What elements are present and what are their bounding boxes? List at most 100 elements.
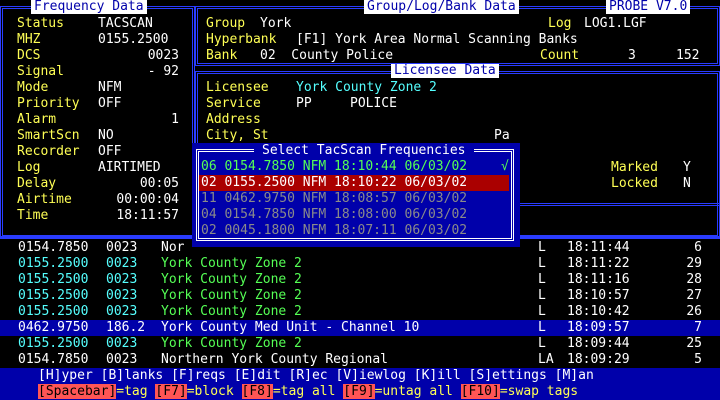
command-label: lanks [124, 368, 172, 383]
freq-label-mode: Mode [17, 80, 49, 95]
log-time: 18:11:44 [567, 240, 630, 255]
log-row[interactable]: 0155.2500 0023 York County Zone 2 L 18:10:57… [0, 288, 720, 304]
service-value: POLICE [350, 96, 397, 111]
command-key: [F10] [460, 384, 500, 399]
log-frequency: 0462.9750 [18, 320, 89, 335]
freq-value-recorder: OFF [98, 144, 122, 159]
dialog-row-text: 02 0155.2500 NFM 18:10:22 06/03/02 [201, 175, 468, 190]
frequency-data-title: Frequency Data [31, 0, 147, 14]
freq-label-smartscn: SmartScn [17, 128, 80, 143]
screen: { "titles":{"freq":"Frequency Data","gro… [0, 0, 720, 400]
log-dcs: 0023 [106, 272, 138, 287]
licensee-value: York County Zone 2 [296, 80, 437, 95]
dialog-frequency-row[interactable]: 04 0154.7850 NFM 18:08:00 06/03/02 [199, 207, 509, 223]
log-frequency: 0155.2500 [18, 256, 89, 271]
freq-label-dcs: DCS [17, 48, 41, 63]
dialog-frequency-row[interactable]: 02 0155.2500 NFM 18:10:22 06/03/02 [199, 175, 509, 191]
log-flag: LA [538, 352, 554, 367]
command-h-button[interactable]: [H]yper [38, 368, 101, 383]
log-row[interactable]: 0155.2500 0023 York County Zone 2 L 18:09:44… [0, 336, 720, 352]
bank-value[interactable]: 02 County Police [260, 48, 393, 64]
log-flag: L [538, 304, 546, 319]
group-label: Group [206, 16, 246, 31]
freq-label-log: Log [17, 160, 41, 175]
freq-label-signal: Signal [17, 64, 64, 79]
log-count: 26 [686, 304, 702, 319]
dialog-frequency-row[interactable]: 11 0462.9750 NFM 18:08:57 06/03/02 [199, 191, 509, 207]
log-row[interactable]: 0155.2500 0023 York County Zone 2 L 18:11:22… [0, 256, 720, 272]
command-f9-button[interactable]: [F9]=untag all [343, 384, 460, 399]
dialog-row-text: 06 0154.7850 NFM 18:10:44 06/03/02 [201, 159, 468, 174]
command-label: =swap tags [499, 384, 579, 399]
freq-value-mode: NFM [98, 80, 122, 95]
log-name: Northern York County Regional [161, 352, 388, 367]
log-name: York County Zone 2 [161, 288, 302, 303]
log-time: 18:11:16 [567, 272, 630, 287]
log-time: 18:09:29 [567, 352, 630, 367]
divider-right [520, 203, 720, 206]
command-key: [V] [335, 368, 359, 383]
freq-label-priority: Priority [17, 96, 80, 111]
log-name: York County Zone 2 [161, 336, 302, 351]
bank-label: Bank [206, 48, 238, 63]
freq-value-time: 18:11:57 [116, 208, 179, 223]
hyperbank-value[interactable]: [F1] York Area Normal Scanning Banks [296, 32, 578, 48]
log-name: York County Zone 2 [161, 272, 302, 287]
log-dcs: 186.2 [106, 320, 146, 335]
freq-label-recorder: Recorder [17, 144, 80, 159]
command-label: ettings [492, 368, 555, 383]
state-value: Pa [494, 128, 510, 143]
command-f10-button[interactable]: [F10]=swap tags [460, 384, 579, 399]
log-frequency: 0155.2500 [18, 304, 89, 319]
log-row[interactable]: 0155.2500 0023 York County Zone 2 L 18:10:42… [0, 304, 720, 320]
freq-value-log: AIRTIMED [98, 160, 161, 175]
command-spacebar-button[interactable]: [Spacebar]=tag [38, 384, 155, 399]
log-count: 27 [686, 288, 702, 303]
freq-value-airtime: 00:00:04 [116, 192, 179, 207]
log-count: 5 [694, 352, 702, 367]
log-frequency: 0154.7850 [18, 352, 89, 367]
dialog-row-text: 04 0154.7850 NFM 18:08:00 06/03/02 [201, 207, 468, 222]
command-b-button[interactable]: [B]lanks [101, 368, 171, 383]
log-name: Nor [161, 240, 185, 255]
log-time: 18:10:42 [567, 304, 630, 319]
log-count: 28 [686, 272, 702, 287]
freq-label-time: Time [17, 208, 49, 223]
log-dcs: 0023 [106, 304, 138, 319]
command-label: ill [437, 368, 469, 383]
log-count: 29 [686, 256, 702, 271]
freq-value-dcs: 0023 [147, 48, 179, 63]
log-name: York County Zone 2 [161, 304, 302, 319]
log-time: 18:11:22 [567, 256, 630, 271]
command-f8-button[interactable]: [F8]=tag all [241, 384, 344, 399]
log-frequency: 0155.2500 [18, 272, 89, 287]
command-label: =tag [116, 384, 156, 399]
tacscan-select-dialog[interactable]: Select TacScan Frequencies 06 0154.7850 … [192, 143, 520, 247]
log-row[interactable]: 0462.9750 186.2 York County Med Unit - Cha… [0, 320, 720, 336]
freq-label-airtime: Airtime [17, 192, 72, 207]
command-key: [S] [468, 368, 493, 383]
command-r-button[interactable]: [R]ec [289, 368, 336, 383]
dialog-frequency-row[interactable]: 02 0045.1800 NFM 18:07:11 06/03/02 [199, 223, 509, 239]
command-key: [F] [171, 368, 195, 383]
command-k-button[interactable]: [K]ill [414, 368, 469, 383]
command-f-button[interactable]: [F]reqs [171, 368, 234, 383]
freq-label-delay: Delay [17, 176, 57, 191]
log-frequency: 0155.2500 [18, 336, 89, 351]
log-row[interactable]: 0155.2500 0023 York County Zone 2 L 18:11:16… [0, 272, 720, 288]
service-label: Service [206, 96, 261, 111]
log-label: Log [548, 16, 572, 31]
command-e-button[interactable]: [E]dit [234, 368, 289, 383]
command-f7-button[interactable]: [F7]=block [155, 384, 241, 399]
command-key: [R] [288, 368, 312, 383]
command-m-button[interactable]: [M]an [555, 368, 594, 383]
command-label: =block [186, 384, 242, 399]
dialog-frequency-row[interactable]: 06 0154.7850 NFM 18:10:44 06/03/02 √ [199, 159, 509, 175]
command-key: [M] [554, 368, 579, 383]
command-s-button[interactable]: [S]ettings [469, 368, 555, 383]
command-key: [H] [38, 368, 62, 383]
checkmark-icon: √ [501, 159, 509, 174]
command-v-button[interactable]: [V]iewlog [335, 368, 413, 383]
log-row[interactable]: 0154.7850 0023 Northern York County Region… [0, 352, 720, 368]
command-key: [B] [100, 368, 125, 383]
